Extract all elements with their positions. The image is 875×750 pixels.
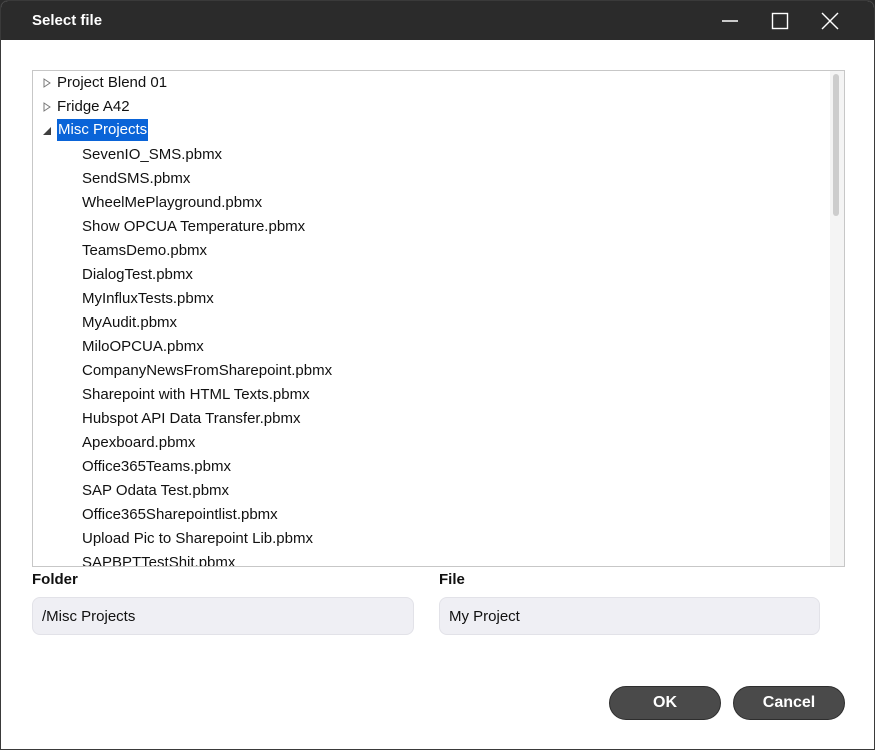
tree-file-item[interactable]: Office365Sharepointlist.pbmx [82,503,278,527]
close-button[interactable] [805,1,855,40]
maximize-icon [771,12,789,29]
tree-file-item[interactable]: SAPBPTTestShit.pbmx [82,551,235,566]
tree-folder-label: Project Blend 01 [57,74,168,91]
close-icon [821,12,839,29]
collapsed-triangle-icon[interactable] [42,102,52,112]
title-bar: Select file [1,1,874,40]
file-tree[interactable]: Project Blend 01 Fridge A42 Misc Projects S… [32,70,845,567]
folder-label: Folder [32,571,78,588]
file-name-field[interactable] [439,597,820,635]
tree-file-item[interactable]: CompanyNewsFromSharepoint.pbmx [82,359,332,383]
tree-file-item[interactable]: SendSMS.pbmx [82,167,190,191]
tree-file-item[interactable]: Show OPCUA Temperature.pbmx [82,215,305,239]
tree-file-item[interactable]: Apexboard.pbmx [82,431,195,455]
file-label: File [439,571,465,588]
ok-button[interactable]: OK [609,686,721,720]
tree-file-item[interactable]: TeamsDemo.pbmx [82,239,207,263]
collapsed-triangle-icon[interactable] [42,78,52,88]
tree-folder-label: Fridge A42 [57,98,130,115]
tree-file-item[interactable]: SevenIO_SMS.pbmx [82,143,222,167]
window-title: Select file [32,12,103,29]
tree-folder-label: Misc Projects [57,119,149,141]
expanded-triangle-icon[interactable] [42,126,52,136]
tree-file-item[interactable]: Sharepoint with HTML Texts.pbmx [82,383,310,407]
tree-file-item[interactable]: Upload Pic to Sharepoint Lib.pbmx [82,527,313,551]
tree-file-item[interactable]: MiloOPCUA.pbmx [82,335,204,359]
vertical-scrollbar[interactable] [830,71,844,566]
tree-file-item[interactable]: MyAudit.pbmx [82,311,177,335]
tree-file-item[interactable]: MyInfluxTests.pbmx [82,287,214,311]
select-file-dialog: Select file Project Blend 01 Fridge A42 Mi… [0,0,875,750]
tree-file-item[interactable]: Hubspot API Data Transfer.pbmx [82,407,300,431]
tree-file-item[interactable]: WheelMePlayground.pbmx [82,191,262,215]
maximize-button[interactable] [755,1,805,40]
tree-file-item[interactable]: DialogTest.pbmx [82,263,193,287]
cancel-button[interactable]: Cancel [733,686,845,720]
minimize-icon [722,19,738,22]
tree-file-item[interactable]: SAP Odata Test.pbmx [82,479,229,503]
minimize-button[interactable] [705,1,755,40]
scrollbar-thumb[interactable] [833,74,839,216]
tree-file-item[interactable]: Office365Teams.pbmx [82,455,231,479]
folder-field[interactable] [32,597,414,635]
